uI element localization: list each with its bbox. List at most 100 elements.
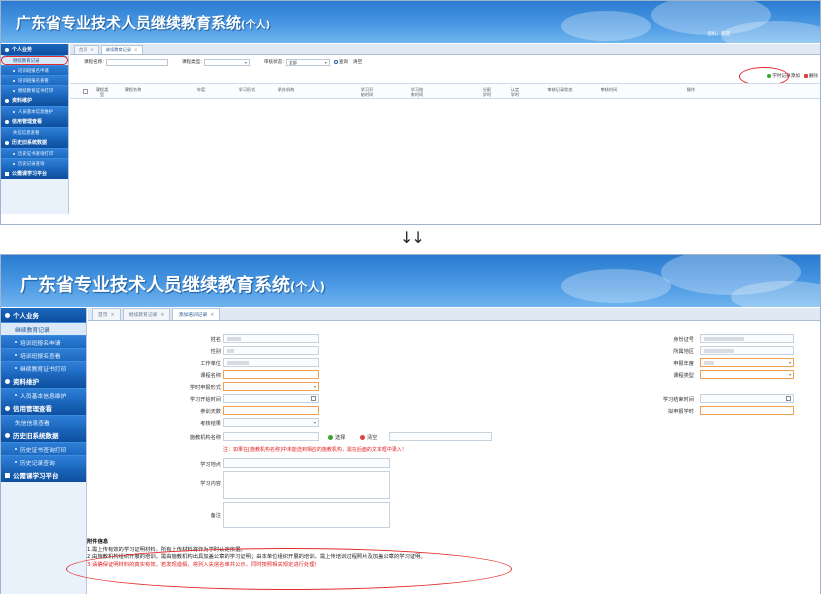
column-header: 审核时间 — [600, 87, 618, 92]
bullet-icon — [13, 162, 15, 165]
sidebar-item-certificate-print[interactable]: 继续教育证书打印 — [1, 361, 86, 374]
bullet-icon — [15, 341, 17, 343]
chevron-down-icon: ▾ — [313, 384, 316, 389]
search-icon — [333, 60, 338, 64]
sidebar-section-history[interactable]: 历史旧系统数据 — [1, 137, 68, 148]
sidebar-item-training-apply[interactable]: 培训班报名申请 — [1, 335, 86, 348]
clear-org-button[interactable]: 清空 — [360, 434, 377, 441]
sidebar-item-education-record[interactable]: 继续教育记录 — [1, 322, 86, 335]
sidebar-item-dishonest[interactable]: 失信信息查看 — [1, 415, 86, 428]
id-number-label: 身份证号 — [673, 337, 694, 343]
sidebar-item-basic-info[interactable]: 人员基本信息维护 — [1, 106, 68, 116]
sidebar-section-personal[interactable]: 个人业务 — [1, 308, 86, 322]
year-select[interactable]: ▾ — [700, 358, 794, 367]
start-time-input[interactable] — [223, 394, 319, 403]
content-textarea[interactable] — [223, 471, 390, 499]
sidebar-section-public-course[interactable]: 公需课学习平台 — [1, 468, 86, 482]
tab-home[interactable]: 首页 × — [74, 45, 99, 54]
days-input[interactable] — [223, 406, 319, 415]
work-unit-label: 工作单位 — [200, 361, 221, 367]
sidebar-item-certificate-print[interactable]: 继续教育证书打印 — [1, 85, 68, 95]
transition-arrow: ↓↓ — [400, 228, 425, 247]
close-icon[interactable]: × — [111, 313, 115, 318]
redacted-value — [704, 337, 744, 341]
welcome-text: 您好，欢迎 — [707, 32, 731, 37]
hour-form-label: 学时申报形式 — [189, 385, 221, 391]
close-icon[interactable]: × — [90, 47, 94, 52]
start-time-label: 学习开始时间 — [189, 397, 221, 403]
tab-add-training-record[interactable]: 添加培训记录 × — [172, 308, 221, 320]
close-icon[interactable]: × — [160, 313, 164, 318]
sidebar-item-dishonest[interactable]: 失信信息查看 — [1, 127, 68, 137]
exam-result-label: 考核结果 — [200, 421, 221, 427]
sidebar-section-credit[interactable]: 信用管理查看 — [1, 401, 86, 415]
minus-circle-icon — [360, 435, 365, 440]
bullet-icon — [15, 448, 17, 450]
clock-icon — [5, 140, 9, 145]
add-record-button[interactable]: 学时记录添加 — [767, 73, 800, 79]
delete-button[interactable]: 删除 — [803, 73, 818, 79]
sidebar-item-basic-info[interactable]: 人员基本信息维护 — [1, 388, 86, 401]
sidebar-item-training-apply[interactable]: 培训班报名申请 — [1, 65, 68, 75]
bullet-icon — [15, 461, 17, 463]
sidebar-section-public-course[interactable]: 公需课学习平台 — [1, 168, 68, 179]
org-name-text-input[interactable] — [389, 432, 492, 441]
redacted-value — [704, 361, 714, 365]
close-icon[interactable]: × — [210, 313, 214, 318]
tab-bar: 首页 × 继续教育记录 × — [70, 44, 820, 55]
column-header: 承办机构 — [277, 87, 295, 92]
chevron-down-icon: ▾ — [244, 59, 247, 65]
redacted-value — [227, 349, 234, 353]
sidebar-item-training-view[interactable]: 培训班报名查看 — [1, 348, 86, 361]
select-all-checkbox[interactable] — [83, 89, 88, 94]
course-name-input[interactable] — [223, 370, 319, 379]
planned-hours-input[interactable] — [700, 406, 794, 415]
course-name-input[interactable] — [105, 58, 168, 66]
hour-form-select[interactable]: ▾ — [223, 382, 319, 391]
course-name-label: 课程名称: — [84, 60, 104, 65]
monitor-icon — [5, 472, 10, 478]
tab-education-record[interactable]: 继续教育记录 × — [122, 308, 171, 320]
shield-icon — [5, 405, 10, 411]
clear-button[interactable]: 清空 — [353, 59, 362, 65]
tab-education-record[interactable]: 继续教育记录 × — [100, 45, 143, 54]
sidebar-item-history-record[interactable]: 历史记录查询 — [1, 455, 86, 468]
remark-label: 备注 — [210, 513, 221, 519]
planned-hours-label: 拟申报学时 — [668, 409, 694, 415]
sidebar-section-credit[interactable]: 信用管理查看 — [1, 116, 68, 127]
clock-icon — [5, 432, 10, 438]
calendar-icon[interactable] — [786, 396, 791, 401]
sidebar-item-history-record[interactable]: 历史记录查询 — [1, 158, 68, 168]
sidebar-item-education-record[interactable]: 继续教育记录 — [1, 55, 68, 65]
calendar-icon[interactable] — [311, 396, 316, 401]
sidebar-item-history-cert[interactable]: 历史证书查询打印 — [1, 148, 68, 158]
column-header: 学习开始时间 — [360, 87, 374, 97]
gender-label: 性别 — [210, 349, 221, 355]
location-input[interactable] — [223, 458, 390, 468]
search-button[interactable]: 查询 — [333, 59, 348, 65]
exam-result-select[interactable]: ▾ — [223, 418, 319, 427]
sidebar: 个人业务 继续教育记录 培训班报名申请 培训班报名查看 继续教育证书打印 资料维… — [1, 44, 69, 214]
sidebar-section-personal[interactable]: 个人业务 — [1, 44, 68, 55]
sidebar-section-profile[interactable]: 资料维护 — [1, 374, 86, 388]
attachment-line: 1.需上传有效的学习证明材料，所有上传材料将作为学时认定依据。 — [87, 546, 246, 553]
sidebar-section-profile[interactable]: 资料维护 — [1, 95, 68, 106]
content-label: 学习内容 — [200, 481, 221, 487]
end-time-input[interactable] — [700, 394, 794, 403]
course-type-select[interactable]: ▾ — [700, 370, 794, 379]
sidebar-section-history[interactable]: 历史旧系统数据 — [1, 428, 86, 442]
close-icon[interactable]: × — [134, 47, 138, 52]
sidebar-item-training-view[interactable]: 培训班报名查看 — [1, 75, 68, 85]
sidebar-item-history-cert[interactable]: 历史证书查询打印 — [1, 442, 86, 455]
select-org-button[interactable]: 选择 — [328, 434, 345, 441]
course-type-select[interactable]: ▾ — [203, 58, 250, 66]
course-type-label: 课程类型: — [181, 60, 202, 65]
remark-textarea[interactable] — [223, 502, 390, 528]
id-number-field — [700, 334, 794, 343]
system-title: 广东省专业技术人员继续教育系统(个人) — [20, 275, 325, 296]
bullet-icon — [13, 89, 15, 92]
tab-home[interactable]: 首页 × — [92, 308, 121, 320]
column-header: 课程类型 — [95, 87, 109, 97]
person-icon — [5, 312, 10, 318]
audit-status-select[interactable]: 全部 ▾ — [285, 58, 330, 66]
